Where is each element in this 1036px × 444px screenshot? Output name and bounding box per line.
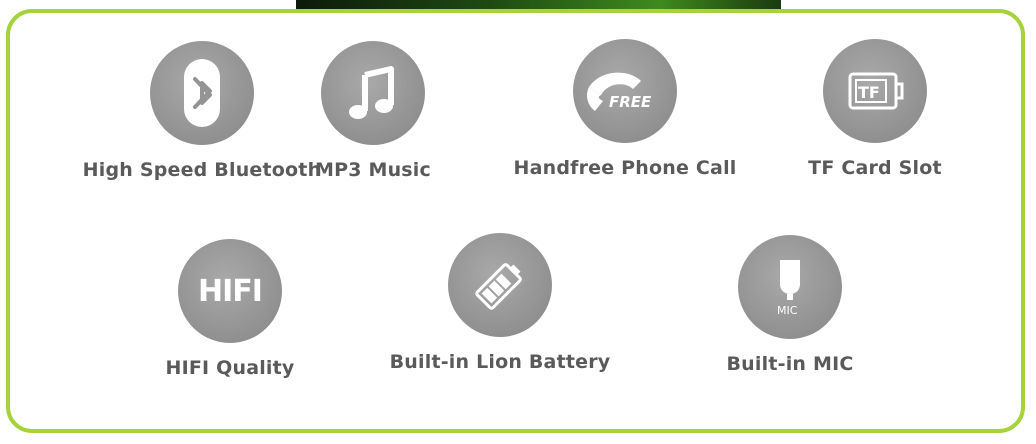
tf-icon-text: TF [858,83,880,102]
bluetooth-icon [150,41,254,145]
microphone-icon: MIC [738,235,842,339]
music-note-icon [321,41,425,145]
handfree-phone-icon: FREE [573,39,677,143]
feature-label: HIFI Quality [165,357,295,379]
feature-hifi: HIFI HIFI Quality [140,239,320,379]
battery-icon [448,233,552,337]
feature-label: Handfree Phone Call [513,157,737,179]
handfree-icon-text: FREE [609,93,652,111]
tf-card-icon: TF [823,39,927,143]
feature-label: Built-in MIC [726,353,854,375]
feature-battery: Built-in Lion Battery [380,233,620,373]
hifi-icon-text: HIFI [198,273,263,309]
feature-label: MP3 Music [315,159,431,181]
feature-label: Built-in Lion Battery [389,351,611,373]
feature-mp3: MP3 Music [288,41,458,181]
feature-tf-card: TF TF Card Slot [780,39,970,179]
feature-label: TF Card Slot [808,157,942,179]
feature-handfree: FREE Handfree Phone Call [500,39,750,179]
feature-mic: MIC Built-in MIC [705,235,875,375]
mic-icon-text: MIC [777,304,798,317]
features-panel: High Speed Bluetooth MP3 Music FREE Hand… [6,9,1025,433]
hifi-icon: HIFI [178,239,282,343]
